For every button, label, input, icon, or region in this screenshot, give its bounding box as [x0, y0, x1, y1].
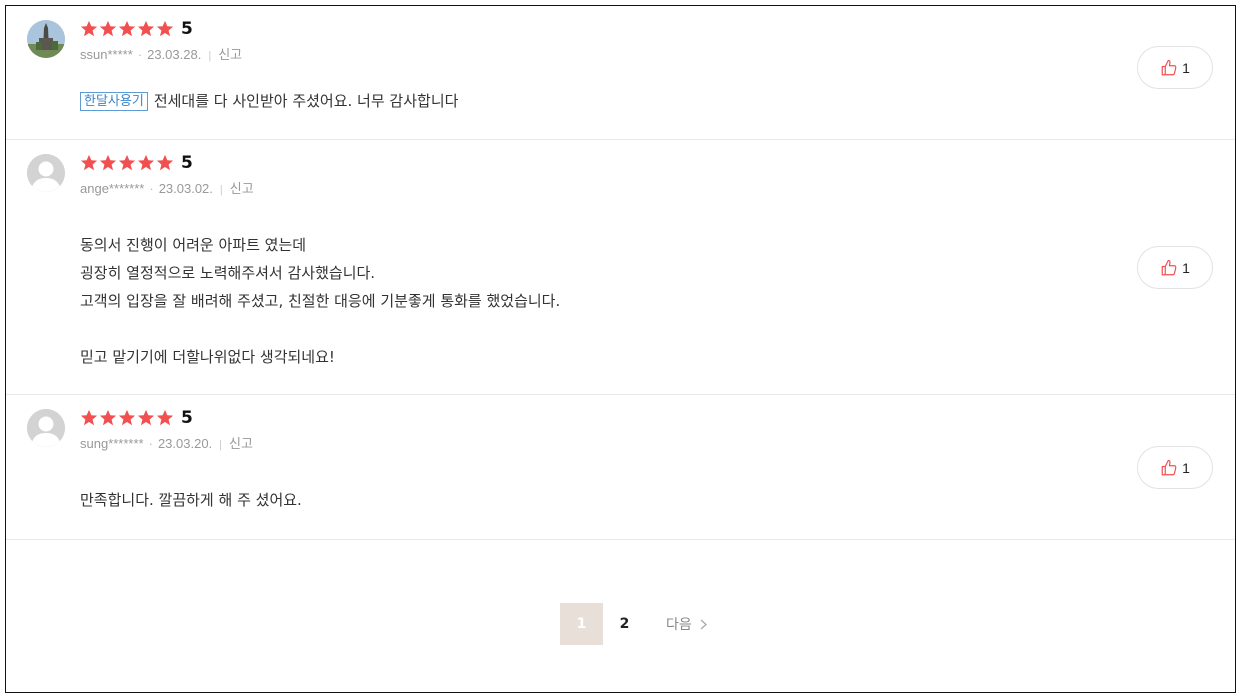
avatar-photo-icon — [27, 20, 65, 58]
chevron-right-icon — [700, 619, 707, 629]
reviewer-name: ssun***** — [80, 47, 133, 62]
rating-score: 5 — [181, 153, 193, 173]
star-icon — [137, 409, 155, 426]
star-icon — [118, 409, 136, 426]
star-icon — [137, 20, 155, 37]
star-icon — [156, 20, 174, 37]
meta-divider: | — [219, 439, 223, 451]
star-icon — [99, 409, 117, 426]
thumbs-up-icon — [1161, 459, 1177, 475]
review-list-frame: 5 ssun***** · 23.03.28. | 신고 한달사용기 전세대를 다 사인받… — [5, 5, 1236, 693]
review-line: 믿고 맡기기에 더할나위없다 생각되네요! — [80, 348, 335, 366]
avatar — [27, 154, 65, 192]
reviewer-name: sung******* — [80, 436, 144, 451]
review-line: 고객의 입장을 잘 배려해 주셨고, 친절한 대응에 기분좋게 통화를 했었습니… — [80, 292, 561, 310]
rating-stars: 5 — [80, 152, 193, 174]
star-icon — [118, 154, 136, 171]
star-icon — [118, 20, 136, 37]
next-page-button[interactable]: 다음 — [666, 614, 707, 634]
meta-dot: · — [137, 47, 143, 62]
pagination: 1 2 다음 — [560, 603, 707, 645]
review-item: 5 ange******* · 23.03.02. | 신고 동의서 진행이 어려운 아… — [6, 140, 1235, 395]
review-content: 만족합니다. 깔끔하게 해 주 셨어요. — [80, 486, 302, 514]
review-meta: sung******* · 23.03.20. | 신고 — [80, 433, 253, 452]
meta-divider: | — [219, 184, 223, 196]
review-line: 동의서 진행이 어려운 아파트 였는데 — [80, 236, 307, 254]
review-date: 23.03.02. — [158, 181, 213, 196]
meta-dot: · — [149, 181, 154, 196]
default-avatar-icon — [27, 409, 65, 447]
rating-score: 5 — [181, 19, 193, 39]
like-count: 1 — [1182, 59, 1190, 76]
report-link[interactable]: 신고 — [230, 181, 254, 196]
star-icon — [80, 409, 98, 426]
like-button[interactable]: 1 — [1137, 446, 1213, 489]
thumbs-up-icon — [1161, 259, 1177, 275]
review-tag: 한달사용기 — [80, 92, 148, 111]
review-date: 23.03.20. — [157, 436, 213, 451]
review-date: 23.03.28. — [147, 47, 202, 62]
like-count: 1 — [1182, 259, 1190, 276]
thumbs-up-icon — [1161, 59, 1177, 75]
avatar — [27, 409, 65, 447]
star-icon — [156, 409, 174, 426]
like-button[interactable]: 1 — [1137, 46, 1213, 89]
review-line: 만족합니다. 깔끔하게 해 주 셨어요. — [80, 491, 302, 509]
star-icon — [156, 154, 174, 171]
like-button[interactable]: 1 — [1137, 246, 1213, 289]
star-icon — [80, 20, 98, 37]
review-content: 동의서 진행이 어려운 아파트 였는데 굉장히 열정적으로 노력해주셔서 감사했… — [80, 231, 560, 371]
meta-divider: | — [208, 50, 212, 62]
review-line-blank — [80, 315, 560, 343]
review-meta: ange******* · 23.03.02. | 신고 — [80, 178, 254, 197]
avatar — [27, 20, 65, 58]
reviewer-name: ange******* — [80, 181, 145, 196]
review-line: 전세대를 다 사인받아 주셨어요. 너무 감사합니다 — [153, 92, 459, 110]
star-icon — [99, 20, 117, 37]
like-count: 1 — [1182, 459, 1190, 476]
review-meta: ssun***** · 23.03.28. | 신고 — [80, 44, 242, 63]
review-item: 5 ssun***** · 23.03.28. | 신고 한달사용기 전세대를 다 사인받… — [6, 6, 1235, 140]
rating-score: 5 — [181, 408, 193, 428]
report-link[interactable]: 신고 — [229, 436, 253, 451]
default-avatar-icon — [27, 154, 65, 192]
next-page-label: 다음 — [666, 617, 692, 633]
star-icon — [137, 154, 155, 171]
rating-stars: 5 — [80, 18, 193, 40]
rating-stars: 5 — [80, 407, 193, 429]
review-line: 굉장히 열정적으로 노력해주셔서 감사했습니다. — [80, 264, 376, 282]
report-link[interactable]: 신고 — [218, 47, 242, 62]
star-icon — [80, 154, 98, 171]
page-1-button[interactable]: 1 — [560, 603, 603, 645]
review-content: 한달사용기 전세대를 다 사인받아 주셨어요. 너무 감사합니다 — [80, 87, 458, 115]
page-2-button[interactable]: 2 — [603, 603, 646, 645]
meta-dot: · — [148, 436, 153, 451]
star-icon — [99, 154, 117, 171]
review-item: 5 sung******* · 23.03.20. | 신고 만족합니다. 깔끔하게 해… — [6, 395, 1235, 540]
